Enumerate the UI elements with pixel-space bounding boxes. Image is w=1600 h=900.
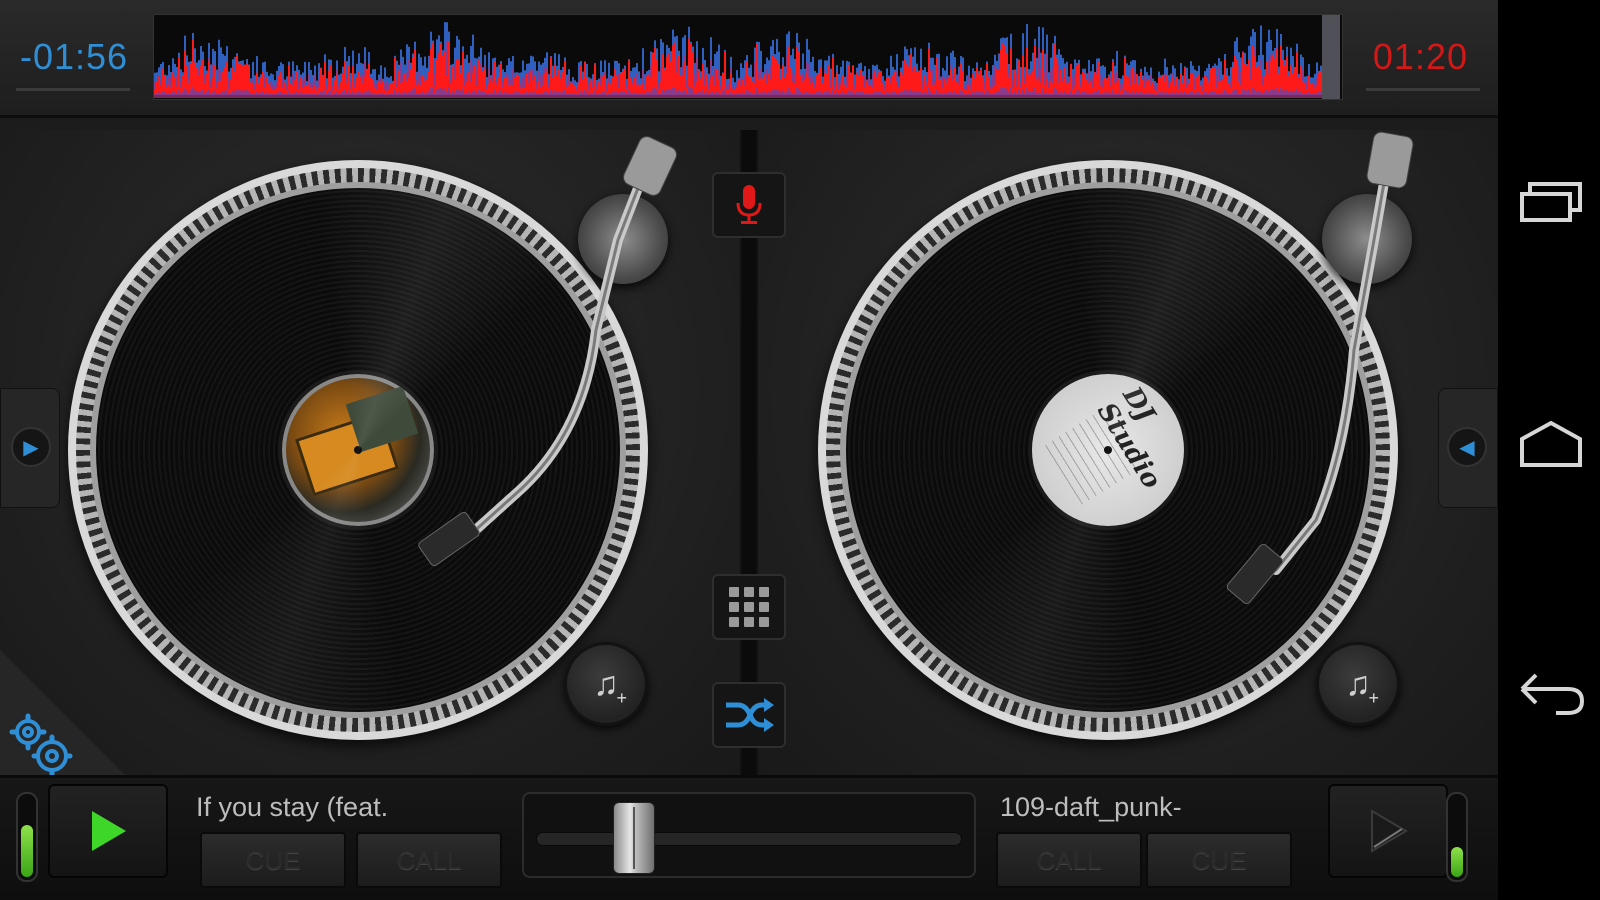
sampler-grid-button[interactable] xyxy=(712,574,786,640)
shuffle-button[interactable] xyxy=(712,682,786,748)
deck-left-time: -01:56 xyxy=(20,36,129,77)
divider xyxy=(1366,88,1480,91)
settings-button[interactable] xyxy=(0,650,125,775)
deck-right-track-title: 109-daft_punk- xyxy=(1000,792,1182,822)
grid-icon xyxy=(729,587,769,627)
shuffle-icon xyxy=(726,698,774,732)
waveform-display[interactable] xyxy=(153,14,1343,100)
waveform-graph xyxy=(154,15,1342,99)
level-fill xyxy=(21,825,33,877)
deck-left-play-button[interactable] xyxy=(48,784,168,878)
plus-icon: + xyxy=(616,688,627,708)
play-icon xyxy=(1371,809,1408,853)
deck-left-side-tab[interactable]: ▶ xyxy=(0,388,60,508)
deck-right-call-button[interactable]: CALL xyxy=(996,832,1142,888)
microphone-button[interactable] xyxy=(712,172,786,238)
play-arrow-icon[interactable]: ▶ xyxy=(11,427,51,467)
level-fill xyxy=(1451,846,1463,877)
deck-right-add-music-button[interactable]: ♫ + xyxy=(1316,642,1400,726)
deck-left-cue-button[interactable]: CUE xyxy=(200,832,346,888)
music-note-plus-icon: ♫ xyxy=(593,664,619,703)
crossfader-knob[interactable] xyxy=(612,802,655,874)
recent-apps-icon[interactable] xyxy=(1516,170,1586,230)
deck-right-level-meter xyxy=(1446,792,1468,882)
deck-left-add-music-button[interactable]: ♫ + xyxy=(564,642,648,726)
play-icon xyxy=(92,811,126,851)
playhead-marker xyxy=(1322,15,1340,99)
deck-right-play-button[interactable] xyxy=(1328,784,1448,878)
music-note-plus-icon: ♫ xyxy=(1345,664,1371,703)
crossfader[interactable] xyxy=(522,792,976,878)
divider xyxy=(16,88,130,91)
top-bar: -01:56 01:20 xyxy=(0,0,1498,118)
deck-right-cue-button[interactable]: CUE xyxy=(1146,832,1292,888)
plus-icon: + xyxy=(1368,688,1379,708)
crossfader-track xyxy=(536,832,962,846)
deck-left-level-meter xyxy=(16,792,38,882)
deck-area: DJ Studio ▶ ◀ ♫ + ♫ + xyxy=(0,130,1498,775)
deck-right-side-tab[interactable]: ◀ xyxy=(1438,388,1498,508)
dj-app: -01:56 01:20 DJ Studio ▶ ◀ ♫ + ♫ + If yo… xyxy=(0,0,1498,900)
deck-left-call-button[interactable]: CALL xyxy=(356,832,502,888)
home-icon[interactable] xyxy=(1516,415,1586,475)
microphone-icon xyxy=(736,185,762,224)
deck-right-time: 01:20 xyxy=(1372,36,1468,77)
system-navigation-bar xyxy=(1498,0,1600,900)
reverse-arrow-icon[interactable]: ◀ xyxy=(1447,427,1487,467)
deck-left-track-title: If you stay (feat. xyxy=(196,792,389,822)
bottom-control-bar: If you stay (feat. CUE CALL 109-daft_pun… xyxy=(0,775,1498,900)
back-icon[interactable] xyxy=(1516,665,1586,725)
